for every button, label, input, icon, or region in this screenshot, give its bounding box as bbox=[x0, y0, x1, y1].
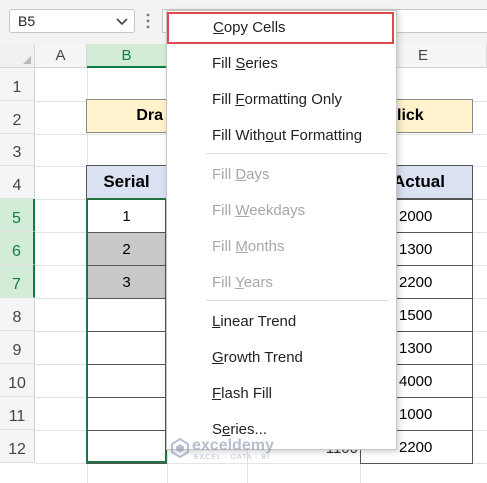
menu-item[interactable]: Fill Series bbox=[166, 48, 395, 80]
more-options-icon[interactable] bbox=[145, 12, 151, 30]
select-all-corner[interactable] bbox=[0, 44, 35, 68]
name-box-value: B5 bbox=[18, 13, 36, 29]
column-header-b[interactable]: B bbox=[87, 44, 167, 68]
menu-item: Fill Years bbox=[212, 274, 273, 291]
watermark-name: exceldemy bbox=[192, 437, 274, 454]
serial-cell[interactable] bbox=[86, 331, 167, 365]
menu-separator bbox=[206, 153, 388, 154]
row-header-3[interactable]: 3 bbox=[0, 134, 35, 166]
menu-item[interactable]: Fill Without Formatting bbox=[166, 120, 395, 152]
title-cell-right[interactable]: lick bbox=[395, 99, 473, 133]
row-header-9[interactable]: 9 bbox=[0, 331, 35, 364]
menu-item: Fill Days bbox=[212, 166, 270, 183]
serial-cell[interactable] bbox=[86, 430, 167, 464]
row-header-6[interactable]: 6 bbox=[0, 232, 35, 265]
serial-cell[interactable]: 3 bbox=[86, 265, 167, 299]
name-box[interactable]: B5 bbox=[9, 9, 135, 33]
column-header-a[interactable]: A bbox=[35, 44, 87, 68]
row-header-1[interactable]: 1 bbox=[0, 68, 35, 101]
watermark-tagline: EXCEL · DATA · BI bbox=[194, 454, 270, 461]
menu-item: Fill Months bbox=[212, 238, 285, 255]
row-header-2[interactable]: 2 bbox=[0, 101, 35, 134]
menu-item: Fill Weekdays bbox=[212, 202, 306, 219]
menu-item[interactable]: Linear Trend bbox=[166, 306, 395, 338]
serial-cell[interactable] bbox=[86, 298, 167, 332]
title-cell-left[interactable]: Dra bbox=[86, 99, 168, 133]
menu-item[interactable]: Fill Formatting Only bbox=[166, 84, 395, 116]
serial-cell[interactable]: 2 bbox=[86, 232, 167, 266]
row-header-10[interactable]: 10 bbox=[0, 364, 35, 397]
exceldemy-watermark: exceldemy EXCEL · DATA · BI bbox=[170, 435, 320, 465]
row-header-7[interactable]: 7 bbox=[0, 265, 35, 298]
serial-cell[interactable] bbox=[86, 364, 167, 398]
chevron-down-icon[interactable] bbox=[115, 13, 129, 29]
row-header-4[interactable]: 4 bbox=[0, 166, 35, 199]
menu-separator bbox=[206, 300, 388, 301]
row-header-12[interactable]: 12 bbox=[0, 430, 35, 463]
serial-cell[interactable]: 1 bbox=[86, 199, 167, 233]
row-header-5[interactable]: 5 bbox=[0, 199, 35, 232]
row-header-8[interactable]: 8 bbox=[0, 298, 35, 331]
menu-item[interactable]: Growth Trend bbox=[166, 342, 395, 374]
serial-cell[interactable] bbox=[86, 397, 167, 431]
exceldemy-logo-icon bbox=[171, 438, 189, 458]
row-header-11[interactable]: 11 bbox=[0, 397, 35, 430]
menu-item[interactable]: Copy Cells bbox=[167, 12, 394, 44]
menu-item[interactable]: Flash Fill bbox=[166, 378, 395, 410]
header-serial[interactable]: Serial bbox=[86, 165, 167, 199]
